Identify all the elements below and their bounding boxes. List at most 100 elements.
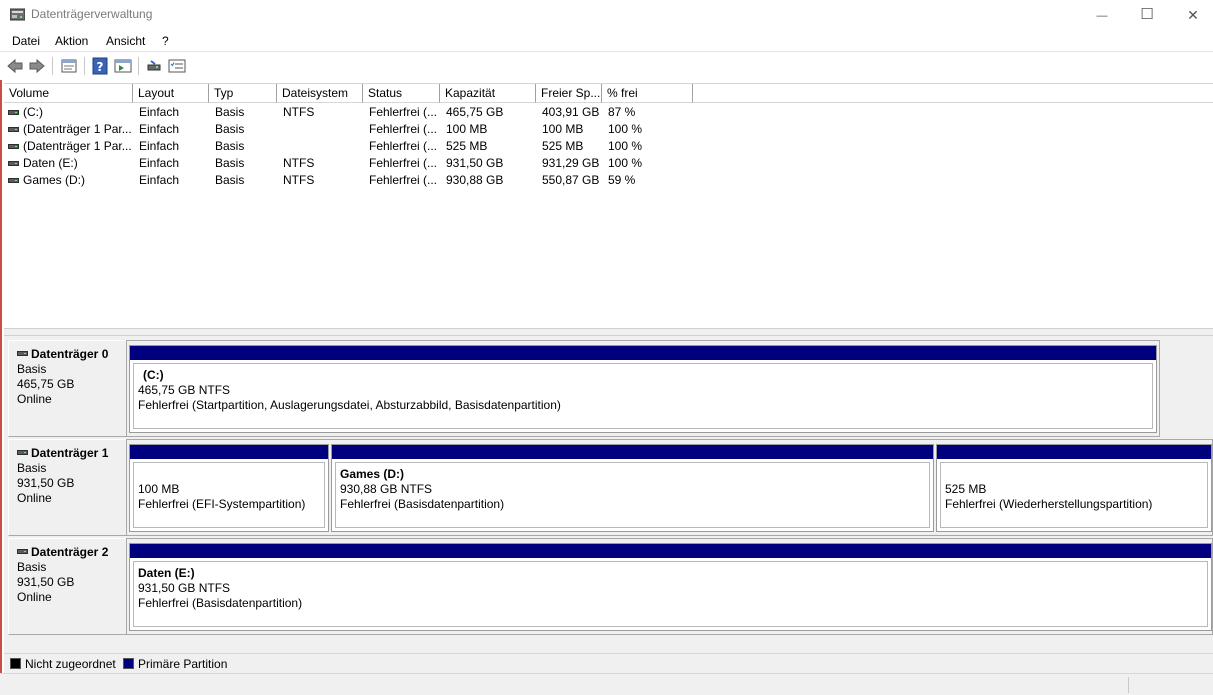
cell-kapazitaet: 930,88 GB xyxy=(446,173,504,187)
volume-list-header: Volume Layout Typ Dateisystem Status Kap… xyxy=(4,84,693,103)
back-icon[interactable] xyxy=(6,57,24,75)
partition-size: 930,88 GB NTFS xyxy=(340,482,433,496)
partition-size: 525 MB xyxy=(945,482,987,496)
volume-list-header-filler xyxy=(693,84,1213,103)
cell-volume: (C:) xyxy=(23,105,43,119)
toolbar: ? xyxy=(0,52,1213,80)
partition-recovery[interactable]: 525 MB Fehlerfrei (Wiederherstellungspar… xyxy=(936,444,1212,532)
partition-size: 465,75 GB NTFS xyxy=(138,383,231,397)
disk-0-name-row: Datenträger 0 xyxy=(17,347,129,362)
disk-2-type: Basis xyxy=(17,560,47,574)
disk-1-type: Basis xyxy=(17,461,47,475)
partition-daten-details: Daten (E:) 931,50 GB NTFS Fehlerfrei (Ba… xyxy=(133,561,1208,627)
disk-0-type: Basis xyxy=(17,362,47,376)
maximize-icon: ☐ xyxy=(1140,6,1154,23)
cell-kapazitaet: 100 MB xyxy=(446,122,488,136)
disk-2-partition-area: Daten (E:) 931,50 GB NTFS Fehlerfrei (Ba… xyxy=(126,538,1213,635)
properties-icon[interactable] xyxy=(60,57,78,75)
disk-icon xyxy=(17,450,28,455)
cell-typ: Basis xyxy=(215,139,245,153)
cell-volume: (Datenträger 1 Par... xyxy=(23,122,132,136)
cell-freier-speicher: 550,87 GB xyxy=(542,173,600,187)
svg-text:?: ? xyxy=(97,60,104,74)
disk-0-label[interactable]: Datenträger 0 Basis 465,75 GB Online xyxy=(8,340,130,437)
disk-1-label[interactable]: Datenträger 1 Basis 931,50 GB Online xyxy=(8,439,130,536)
partition-status: Fehlerfrei (Basisdatenpartition) xyxy=(138,596,303,610)
column-header-typ[interactable]: Typ xyxy=(209,84,277,103)
cell-dateisystem xyxy=(283,121,363,138)
checklist-icon[interactable] xyxy=(168,57,186,75)
cell-prozent-frei: 100 % xyxy=(608,156,643,170)
menu-datei[interactable]: Datei xyxy=(12,34,40,48)
menu-aktion[interactable]: Aktion xyxy=(55,34,88,48)
column-header-kapazitaet[interactable]: Kapazität xyxy=(440,84,536,103)
table-row[interactable]: (Datenträger 1 Par... Einfach Basis Fehl… xyxy=(4,138,693,155)
table-row[interactable]: (C:) Einfach Basis NTFS Fehlerfrei (... … xyxy=(4,104,693,121)
drive-icon xyxy=(8,144,19,149)
partition-daten-e[interactable]: Daten (E:) 931,50 GB NTFS Fehlerfrei (Ba… xyxy=(129,543,1212,631)
cell-dateisystem xyxy=(283,138,363,155)
menu-ansicht[interactable]: Ansicht xyxy=(106,34,145,48)
maximize-button[interactable]: ☐ xyxy=(1124,0,1170,30)
primary-partition-bar xyxy=(130,544,1211,558)
pane-splitter[interactable] xyxy=(4,328,1213,336)
drive-icon xyxy=(8,161,19,166)
cell-prozent-frei: 59 % xyxy=(608,173,636,187)
show-hide-console-tree-icon[interactable] xyxy=(114,57,132,75)
close-icon: ✕ xyxy=(1187,7,1199,23)
partition-efi[interactable]: 100 MB Fehlerfrei (EFI-Systempartition) xyxy=(129,444,329,532)
menu-help[interactable]: ? xyxy=(162,34,169,48)
cell-kapazitaet: 525 MB xyxy=(446,139,488,153)
forward-icon[interactable] xyxy=(28,57,46,75)
toolbar-separator xyxy=(138,57,139,75)
disk-1-partition-area: 100 MB Fehlerfrei (EFI-Systempartition) … xyxy=(126,439,1213,536)
cell-layout: Einfach xyxy=(139,122,180,136)
primary-partition-bar xyxy=(937,445,1211,459)
cell-typ: Basis xyxy=(215,173,245,187)
column-header-freier-speicher[interactable]: Freier Sp... xyxy=(536,84,602,103)
drive-icon xyxy=(8,110,19,115)
window-title: Datenträgerverwaltung xyxy=(31,7,153,21)
column-header-dateisystem[interactable]: Dateisystem xyxy=(277,84,363,103)
partition-c[interactable]: (C:) 465,75 GB NTFS Fehlerfrei (Startpar… xyxy=(129,345,1157,433)
close-button[interactable]: ✕ xyxy=(1170,0,1213,30)
cell-typ: Basis xyxy=(215,105,245,119)
column-header-prozent-frei[interactable]: % frei xyxy=(602,84,693,103)
partition-status: Fehlerfrei (EFI-Systempartition) xyxy=(138,497,306,511)
cell-status: Fehlerfrei (... xyxy=(369,139,438,153)
cell-volume: Games (D:) xyxy=(23,173,86,187)
partition-name: Games (D:) xyxy=(340,467,405,481)
partition-size: 100 MB xyxy=(138,482,180,496)
cell-prozent-frei: 100 % xyxy=(608,122,643,136)
partition-games-d[interactable]: Games (D:) 930,88 GB NTFS Fehlerfrei (Ba… xyxy=(331,444,934,532)
cell-kapazitaet: 465,75 GB xyxy=(446,105,504,119)
table-row[interactable]: (Datenträger 1 Par... Einfach Basis Fehl… xyxy=(4,121,693,138)
column-header-volume[interactable]: Volume xyxy=(4,84,133,103)
table-row[interactable]: Daten (E:) Einfach Basis NTFS Fehlerfrei… xyxy=(4,155,693,172)
partition-c-details: (C:) 465,75 GB NTFS Fehlerfrei (Startpar… xyxy=(133,363,1153,429)
column-header-layout[interactable]: Layout xyxy=(133,84,209,103)
column-header-status[interactable]: Status xyxy=(363,84,440,103)
toolbar-separator xyxy=(52,57,53,75)
legend-primary: Primäre Partition xyxy=(138,657,228,671)
primary-partition-bar xyxy=(130,346,1156,360)
disk-management-app-icon xyxy=(10,8,25,21)
minimize-button[interactable]: — xyxy=(1079,0,1125,30)
connect-icon[interactable] xyxy=(145,57,163,75)
window-accent-border xyxy=(0,0,2,695)
disk-2-label[interactable]: Datenträger 2 Basis 931,50 GB Online xyxy=(8,538,130,635)
cell-layout: Einfach xyxy=(139,156,180,170)
help-icon[interactable]: ? xyxy=(91,57,109,75)
partition-games-details: Games (D:) 930,88 GB NTFS Fehlerfrei (Ba… xyxy=(335,462,930,528)
cell-dateisystem: NTFS xyxy=(283,156,315,170)
cell-dateisystem: NTFS xyxy=(283,105,315,119)
cell-status: Fehlerfrei (... xyxy=(369,122,438,136)
status-bar xyxy=(0,673,1213,695)
table-row[interactable]: Games (D:) Einfach Basis NTFS Fehlerfrei… xyxy=(4,172,693,189)
disk-icon xyxy=(17,351,28,356)
cell-freier-speicher: 403,91 GB xyxy=(542,105,600,119)
volume-list: Volume Layout Typ Dateisystem Status Kap… xyxy=(4,83,1213,328)
disk-1-state: Online xyxy=(17,491,52,505)
cell-volume: Daten (E:) xyxy=(23,156,78,170)
cell-volume: (Datenträger 1 Par... xyxy=(23,139,132,153)
